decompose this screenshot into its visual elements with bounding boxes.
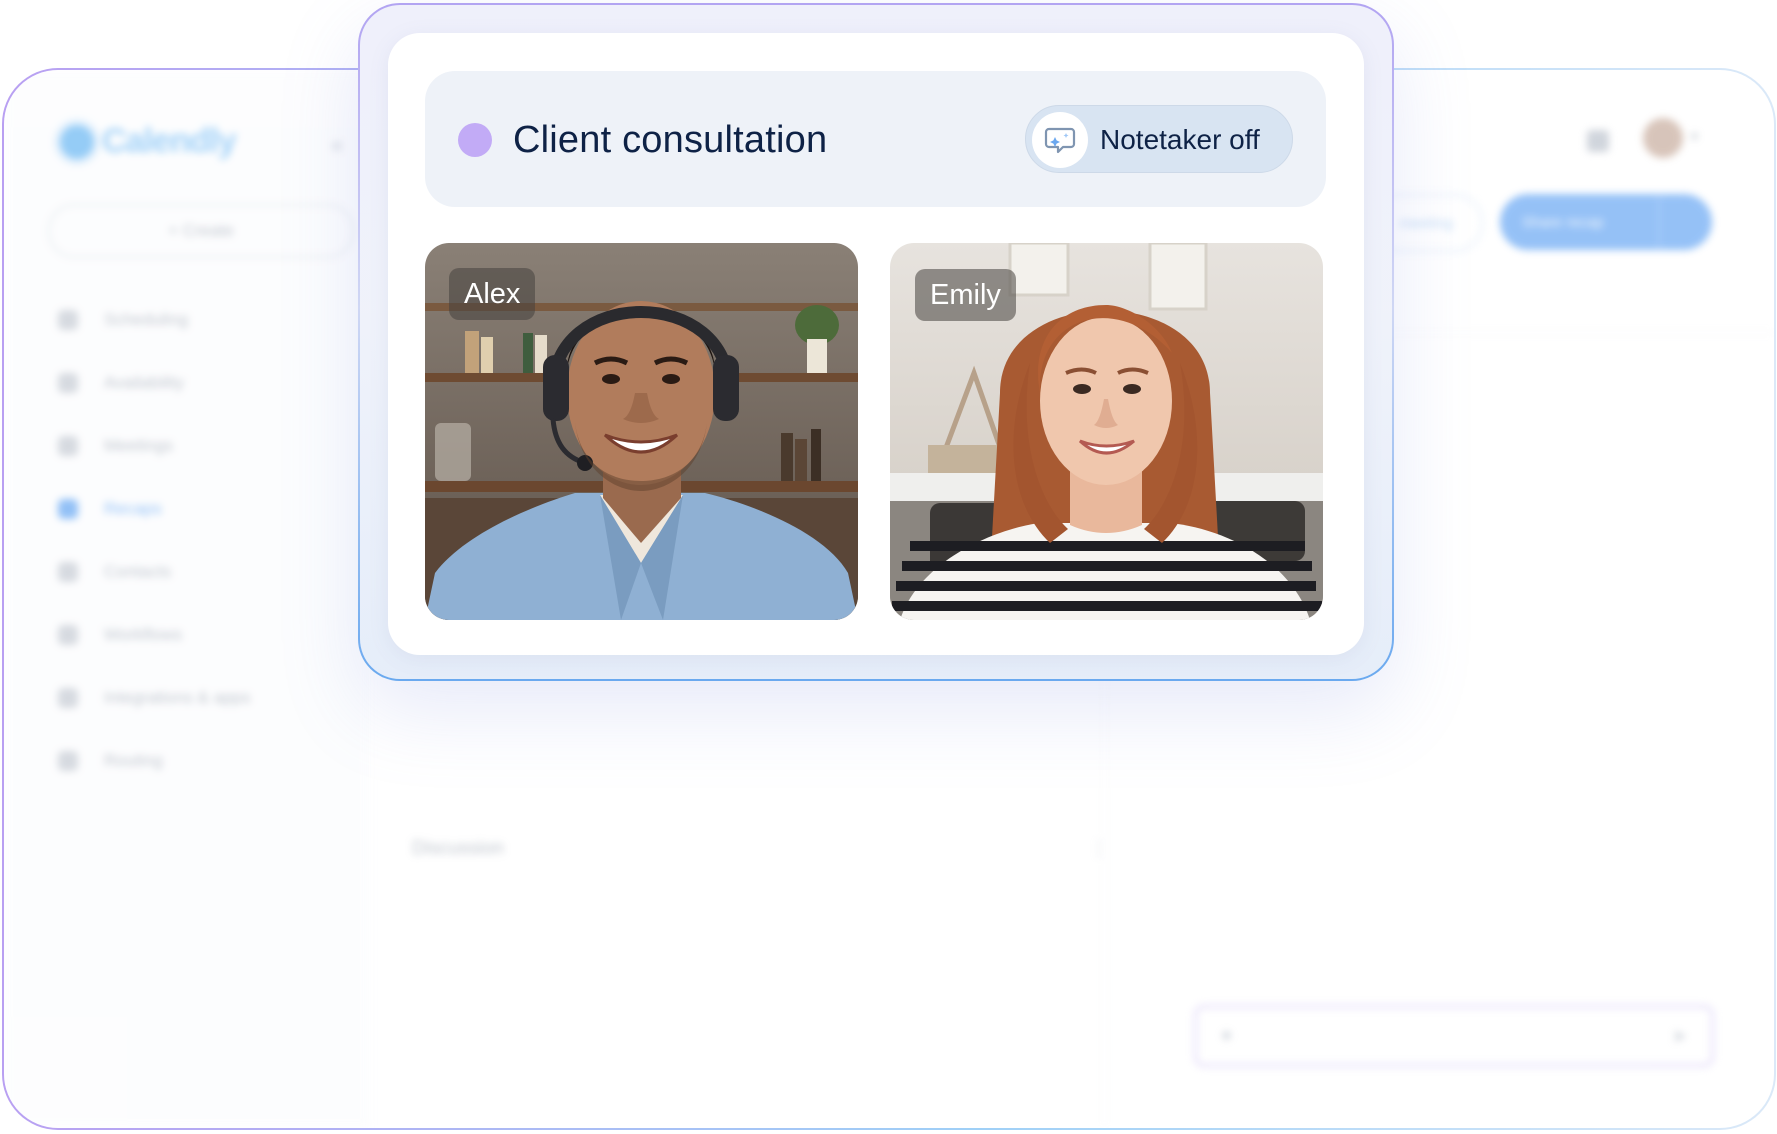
share-icon[interactable] <box>1587 130 1609 152</box>
more-icon[interactable]: ⋮ <box>1089 836 1109 861</box>
sidebar-item-label: Scheduling <box>104 309 189 329</box>
app-logo: Calendly <box>60 122 237 161</box>
share-recap-button[interactable]: Share recap <box>1500 194 1712 250</box>
share-recap-label: Share recap <box>1522 213 1604 231</box>
sidebar: Calendly « + Create Scheduling Availabil… <box>4 70 397 1128</box>
sidebar-item-availability[interactable]: Availability <box>58 351 250 414</box>
sidebar-item-label: Contacts <box>104 561 172 581</box>
sidebar-item-routing[interactable]: Routing <box>58 729 250 792</box>
notetaker-label: Notetaker off <box>1100 124 1260 155</box>
discussion-heading: Discussion <box>412 838 504 859</box>
sidebar-item-label: Recaps <box>104 498 162 518</box>
participant-tile-emily[interactable]: Emily <box>890 243 1323 620</box>
sidebar-item-label: Availability <box>104 372 185 392</box>
recap-icon <box>58 498 78 519</box>
sidebar-item-label: Workflows <box>104 624 183 644</box>
sidebar-item-label: Routing <box>104 750 163 770</box>
sidebar-item-contacts[interactable]: Contacts <box>58 540 250 603</box>
sidebar-item-label: Meetings <box>104 435 173 455</box>
clock-icon <box>58 372 78 393</box>
edit-icon[interactable] <box>1658 194 1712 250</box>
call-header: Client consultation Notetaker off <box>425 71 1326 207</box>
notetaker-off-icon <box>1032 112 1088 168</box>
sparkle-icon: ✦ <box>1219 1026 1235 1046</box>
send-icon[interactable]: ➤ <box>1672 1026 1687 1047</box>
sidebar-item-recaps[interactable]: Recaps <box>35 477 397 540</box>
avatar[interactable] <box>1643 118 1683 158</box>
call-title: Client consultation <box>513 119 828 161</box>
grid-icon <box>58 687 78 708</box>
chat-input[interactable]: ✦ ➤ <box>1194 1005 1714 1067</box>
participant-tile-alex[interactable]: Alex <box>425 243 858 620</box>
sidebar-item-scheduling[interactable]: Scheduling <box>58 288 250 351</box>
sidebar-item-integrations[interactable]: Integrations & apps <box>58 666 250 729</box>
contacts-icon <box>58 561 78 582</box>
chevron-down-icon[interactable]: ▾ <box>1691 128 1698 145</box>
notetaker-toggle[interactable]: Notetaker off <box>1025 105 1293 173</box>
video-call-card: Client consultation Notetaker off Alex E… <box>388 33 1364 655</box>
logo-icon <box>60 124 94 159</box>
collapse-sidebar-icon[interactable]: « <box>331 132 343 158</box>
participant-name-emily: Emily <box>915 269 1016 321</box>
sidebar-item-workflows[interactable]: Workflows <box>58 603 250 666</box>
calendar-icon <box>58 435 78 456</box>
sidebar-nav: Scheduling Availability Meetings Recaps … <box>35 288 397 792</box>
sidebar-item-meetings[interactable]: Meetings <box>58 414 250 477</box>
workflow-icon <box>58 624 78 645</box>
link-icon <box>58 309 78 330</box>
create-button[interactable]: + Create <box>48 204 354 258</box>
video-call-window: Client consultation Notetaker off Alex E… <box>358 3 1394 681</box>
sidebar-item-label: Integrations & apps <box>104 687 251 707</box>
logo-text: Calendly <box>102 122 237 160</box>
routing-icon <box>58 750 78 771</box>
status-dot <box>458 123 492 157</box>
participant-name-alex: Alex <box>449 268 536 320</box>
